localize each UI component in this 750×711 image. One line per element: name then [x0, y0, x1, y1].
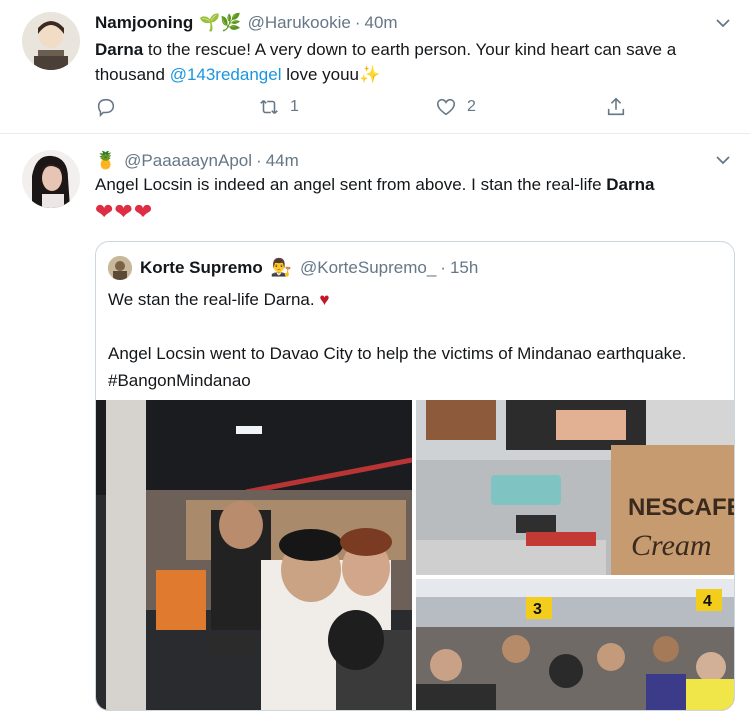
timestamp[interactable]: 44m	[266, 151, 299, 171]
retweet-count: 1	[290, 98, 299, 115]
tweet-text: Darna to the rescue! A very down to eart…	[95, 37, 736, 87]
tweet-header: Namjooning 🌱🌿 @Harukookie · 40m	[95, 13, 398, 33]
quoted-display-name[interactable]: Korte Supremo	[140, 258, 263, 278]
photo-bottom-right[interactable]: 3 4	[416, 579, 734, 710]
photo-top-right[interactable]: NESCAFE Cream	[416, 400, 735, 575]
name-emoji: 🌱🌿	[199, 13, 242, 32]
like-icon	[436, 98, 456, 116]
quoted-handle[interactable]: @KorteSupremo_	[300, 258, 436, 278]
quoted-timestamp[interactable]: 15h	[450, 258, 478, 278]
reply-button[interactable]	[95, 96, 127, 118]
mention-link[interactable]: @143redangel	[170, 65, 282, 84]
share-icon	[607, 97, 625, 116]
user-handle[interactable]: @Harukookie	[248, 13, 351, 33]
bold-word: Darna	[606, 175, 655, 194]
quoted-header: Korte Supremo 👨‍⚖️ @KorteSupremo_ · 15h	[140, 258, 478, 278]
chevron-down-icon[interactable]	[714, 14, 732, 32]
retweet-button[interactable]: 1	[258, 96, 299, 118]
bold-word: Darna	[95, 40, 144, 59]
chevron-down-icon[interactable]	[714, 151, 732, 169]
heart-emoji: ♥	[319, 290, 330, 309]
name-emoji: 🍍	[95, 151, 117, 170]
separator: ·	[354, 13, 361, 32]
photo-box-text: NESCAFE	[628, 494, 735, 521]
photo-main[interactable]	[96, 400, 412, 710]
quoted-line: We stan the real-life Darna.	[108, 290, 320, 309]
quoted-line: Angel Locsin went to Davao City to help …	[108, 344, 687, 390]
timestamp[interactable]: 40m	[364, 13, 397, 33]
display-name[interactable]: Namjooning	[95, 13, 193, 33]
tweet-text-part: love youu	[281, 65, 359, 84]
tweet[interactable]: Namjooning 🌱🌿 @Harukookie · 40m Darna to…	[0, 0, 750, 134]
photo-grid: NESCAFE Cream 3 4	[96, 400, 735, 710]
quoted-tweet[interactable]: Korte Supremo 👨‍⚖️ @KorteSupremo_ · 15h …	[95, 241, 735, 711]
reply-icon	[97, 98, 115, 118]
user-handle[interactable]: @PaaaaaynApol	[124, 151, 252, 171]
avatar[interactable]	[22, 150, 80, 208]
quoted-text: We stan the real-life Darna. ♥ Angel Loc…	[108, 286, 720, 394]
tweet-header: 🍍 @PaaaaaynApol · 44m	[95, 151, 299, 171]
heart-emojis: ❤❤❤	[95, 199, 154, 224]
sign-number: 3	[533, 601, 542, 618]
like-button[interactable]: 2	[435, 96, 476, 118]
tweet-actions: 1 2	[95, 96, 635, 124]
tweet[interactable]: 🍍 @PaaaaaynApol · 44m Angel Locsin is in…	[0, 135, 750, 711]
sparkle-emoji: ✨	[358, 65, 381, 84]
share-button[interactable]	[605, 96, 627, 118]
separator: ·	[440, 258, 446, 277]
quoted-name-emoji: 👨‍⚖️	[270, 258, 292, 277]
avatar[interactable]	[22, 12, 80, 70]
retweet-icon	[260, 100, 278, 114]
tweet-text-part: Angel Locsin is indeed an angel sent fro…	[95, 175, 607, 194]
tweet-text: Angel Locsin is indeed an angel sent fro…	[95, 172, 736, 197]
quoted-avatar[interactable]	[108, 256, 132, 280]
separator: ·	[256, 151, 262, 170]
like-count: 2	[467, 98, 476, 115]
sign-number: 4	[703, 593, 712, 610]
photo-box-text: Cream	[631, 529, 712, 562]
